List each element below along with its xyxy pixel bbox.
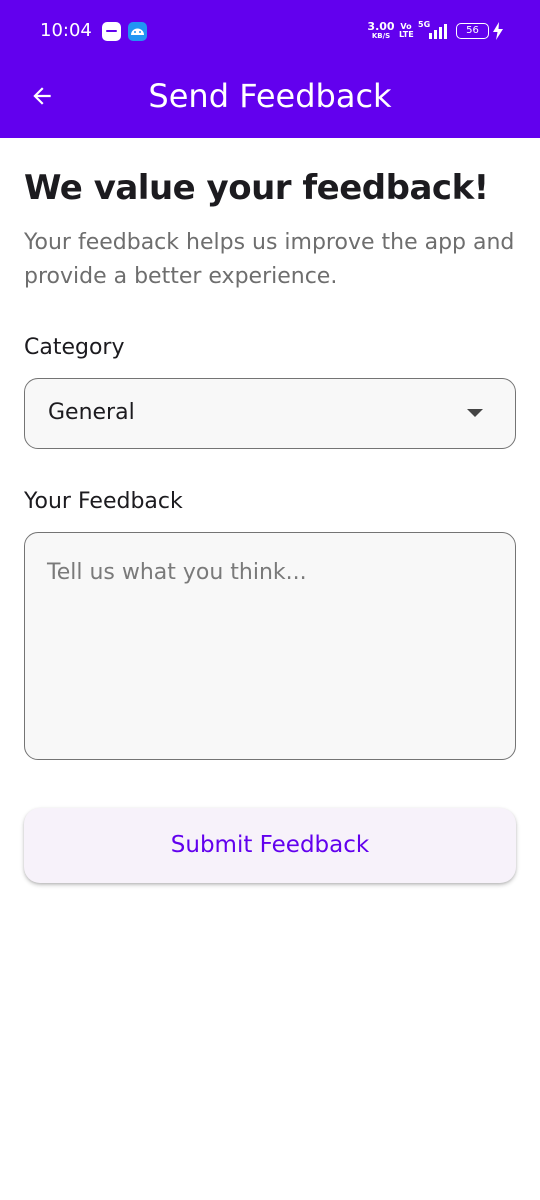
android-notification-icon: [128, 22, 147, 41]
app-notification-icon: [102, 22, 121, 41]
dropdown-arrow-icon: [467, 409, 483, 417]
app-bar: Send Feedback: [0, 62, 540, 138]
network-speed: 3.00 KB/S: [366, 21, 396, 40]
battery-icon: 56: [456, 23, 489, 39]
network-speed-unit: KB/S: [371, 32, 391, 40]
network-type: 5G: [418, 20, 431, 29]
feedback-textarea[interactable]: [24, 532, 516, 760]
header: 10:04 3.00 KB/S Vo LTE 5G 56 Send Feedba…: [0, 0, 540, 138]
network-speed-value: 3.00: [367, 20, 395, 33]
status-time: 10:04: [40, 20, 92, 41]
battery-level: 56: [466, 25, 479, 36]
page-title: Send Feedback: [148, 77, 392, 115]
category-label: Category: [24, 335, 125, 360]
volte-bottom: LTE: [399, 30, 414, 39]
signal-icon: 5G: [418, 21, 450, 41]
submit-feedback-button[interactable]: Submit Feedback: [24, 808, 516, 883]
feedback-headline: We value your feedback!: [24, 168, 489, 208]
category-selected-value: General: [48, 400, 135, 425]
feedback-description: Your feedback helps us improve the app a…: [24, 230, 515, 289]
category-select[interactable]: General: [24, 378, 516, 449]
charging-icon: [493, 22, 503, 40]
feedback-label: Your Feedback: [24, 489, 183, 514]
volte-indicator: Vo LTE: [399, 23, 414, 39]
status-bar: 10:04 3.00 KB/S Vo LTE 5G 56: [0, 0, 540, 62]
